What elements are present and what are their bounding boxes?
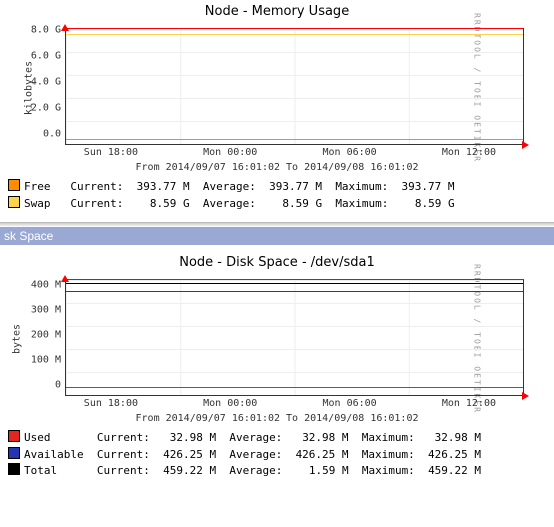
val: 8.59 G bbox=[415, 197, 455, 210]
series-name: Swap bbox=[24, 197, 51, 210]
xtick: Mon 12:00 bbox=[442, 147, 496, 158]
swatch-icon bbox=[8, 463, 20, 475]
val: 393.77 M bbox=[269, 180, 322, 193]
memory-usage-chart: Node - Memory Usage kilobytes RRDTOOL / … bbox=[0, 0, 554, 175]
label: Average: bbox=[203, 180, 256, 193]
plot-area bbox=[65, 279, 524, 396]
ytick: 2.0 G bbox=[31, 103, 61, 114]
val: 426.25 M bbox=[163, 448, 216, 461]
time-range: From 2014/09/07 16:01:02 To 2014/09/08 1… bbox=[0, 162, 554, 173]
series-name: Total bbox=[24, 464, 57, 477]
swatch-icon bbox=[8, 196, 20, 208]
label: Maximum: bbox=[362, 448, 415, 461]
series-line-available bbox=[66, 291, 523, 292]
val: 32.98 M bbox=[170, 431, 216, 444]
time-range: From 2014/09/07 16:01:02 To 2014/09/08 1… bbox=[0, 413, 554, 424]
xtick: Sun 18:00 bbox=[84, 147, 138, 158]
label: Current: bbox=[97, 464, 150, 477]
ytick: 300 M bbox=[31, 305, 61, 316]
series-name: Free bbox=[24, 180, 51, 193]
y-ticks: 0.0 2.0 G 4.0 G 6.0 G 8.0 G bbox=[18, 28, 63, 145]
ytick: 100 M bbox=[31, 355, 61, 366]
legend-row-used: Used Current: 32.98 M Average: 32.98 M M… bbox=[8, 430, 546, 447]
series-line-total bbox=[66, 283, 523, 284]
series-line-swap bbox=[66, 34, 523, 35]
val: 393.77 M bbox=[137, 180, 190, 193]
ytick: 4.0 G bbox=[31, 77, 61, 88]
label: Maximum: bbox=[362, 431, 415, 444]
swatch-icon bbox=[8, 447, 20, 459]
legend-row-total: Total Current: 459.22 M Average: 1.59 M … bbox=[8, 463, 546, 480]
x-ticks: Sun 18:00 Mon 00:00 Mon 06:00 Mon 12:00 bbox=[65, 398, 524, 410]
label: Maximum: bbox=[362, 464, 415, 477]
x-ticks: Sun 18:00 Mon 00:00 Mon 06:00 Mon 12:00 bbox=[65, 147, 524, 159]
series-line-used bbox=[66, 387, 523, 388]
section-header: sk Space bbox=[0, 227, 554, 245]
ytick: 200 M bbox=[31, 330, 61, 341]
label: Current: bbox=[97, 448, 150, 461]
val: 459.22 M bbox=[428, 464, 481, 477]
series-name: Available bbox=[24, 448, 84, 461]
disk-legend: Used Current: 32.98 M Average: 32.98 M M… bbox=[0, 426, 554, 484]
series-name: Used bbox=[24, 431, 51, 444]
label: Average: bbox=[229, 464, 282, 477]
val: 459.22 M bbox=[163, 464, 216, 477]
val: 426.25 M bbox=[296, 448, 349, 461]
y-ticks: 0 100 M 200 M 300 M 400 M bbox=[18, 279, 63, 396]
label: Average: bbox=[229, 448, 282, 461]
label: Average: bbox=[229, 431, 282, 444]
xtick: Mon 12:00 bbox=[442, 398, 496, 409]
disk-space-chart: Node - Disk Space - /dev/sda1 bytes RRDT… bbox=[0, 251, 554, 426]
ytick: 0 bbox=[55, 380, 61, 391]
xtick: Mon 00:00 bbox=[203, 147, 257, 158]
ytick: 8.0 G bbox=[31, 25, 61, 36]
legend-row-available: Available Current: 426.25 M Average: 426… bbox=[8, 447, 546, 464]
val: 8.59 G bbox=[150, 197, 190, 210]
label: Current: bbox=[70, 180, 123, 193]
xtick: Mon 06:00 bbox=[322, 147, 376, 158]
swatch-icon bbox=[8, 179, 20, 191]
legend-row-free: Free Current: 393.77 M Average: 393.77 M… bbox=[8, 179, 546, 196]
val: 8.59 G bbox=[282, 197, 322, 210]
val: 1.59 M bbox=[309, 464, 349, 477]
series-line-free bbox=[66, 139, 523, 140]
label: Maximum: bbox=[335, 180, 388, 193]
label: Maximum: bbox=[335, 197, 388, 210]
xtick: Mon 00:00 bbox=[203, 398, 257, 409]
val: 393.77 M bbox=[402, 180, 455, 193]
ytick: 0.0 bbox=[43, 129, 61, 140]
xtick: Sun 18:00 bbox=[84, 398, 138, 409]
xtick: Mon 06:00 bbox=[322, 398, 376, 409]
swatch-icon bbox=[8, 430, 20, 442]
chart-title: Node - Disk Space - /dev/sda1 bbox=[0, 255, 554, 270]
chart-title: Node - Memory Usage bbox=[0, 4, 554, 19]
label: Current: bbox=[97, 431, 150, 444]
val: 32.98 M bbox=[302, 431, 348, 444]
ytick: 400 M bbox=[31, 280, 61, 291]
legend-row-swap: Swap Current: 8.59 G Average: 8.59 G Max… bbox=[8, 196, 546, 213]
val: 426.25 M bbox=[428, 448, 481, 461]
plot-area bbox=[65, 28, 524, 145]
val: 32.98 M bbox=[435, 431, 481, 444]
label: Average: bbox=[203, 197, 256, 210]
memory-legend: Free Current: 393.77 M Average: 393.77 M… bbox=[0, 175, 554, 216]
label: Current: bbox=[70, 197, 123, 210]
ytick: 6.0 G bbox=[31, 51, 61, 62]
